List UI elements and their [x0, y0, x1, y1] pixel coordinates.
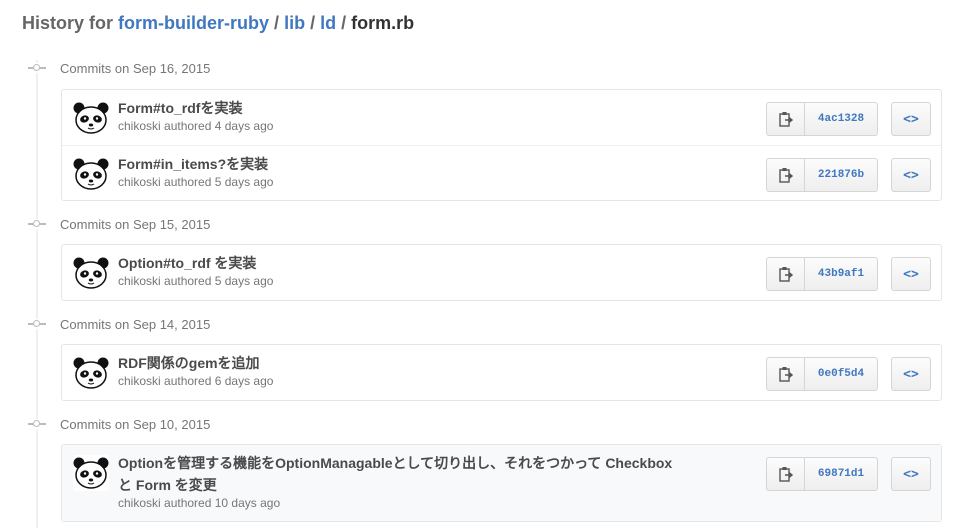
- commit-list: Form#to_rdfを実装 chikoski authored 4 days …: [61, 89, 942, 201]
- commit-row: RDF関係のgemを追加 chikoski authored 6 days ag…: [62, 345, 941, 400]
- commit-message[interactable]: Optionを管理する機能をOptionManagableとして切り出し、それを…: [118, 452, 678, 496]
- commit-message[interactable]: Form#in_items?を実装: [118, 153, 678, 175]
- commit-meta: chikoski authored 6 days ago: [118, 374, 273, 388]
- path-link-lib[interactable]: lib: [284, 13, 305, 33]
- commit-row: Form#in_items?を実装 chikoski authored 5 da…: [62, 145, 941, 200]
- code-brackets-icon: <>: [903, 167, 919, 183]
- panda-avatar[interactable]: [73, 100, 109, 136]
- code-brackets-icon: <>: [903, 466, 919, 482]
- copy-sha-button[interactable]: [767, 458, 805, 490]
- repo-link[interactable]: form-builder-ruby: [118, 13, 269, 33]
- commit-list: RDF関係のgemを追加 chikoski authored 6 days ag…: [61, 344, 942, 401]
- commit-message[interactable]: RDF関係のgemを追加: [118, 352, 678, 374]
- clipboard-icon: [778, 112, 793, 127]
- copy-sha-button[interactable]: [767, 159, 805, 191]
- sha-button-group: 0e0f5d4: [766, 357, 878, 391]
- sha-button-group: 69871d1: [766, 457, 878, 491]
- commit-list: Option#to_rdf を実装 chikoski authored 5 da…: [61, 244, 942, 301]
- commit-time: authored 5 days ago: [164, 274, 274, 288]
- group-date: Commits on Sep 10, 2015: [60, 416, 211, 432]
- title-prefix: History for: [22, 13, 114, 33]
- clipboard-icon: [778, 168, 793, 183]
- commit-message[interactable]: Form#to_rdfを実装: [118, 97, 678, 119]
- path-separator: /: [310, 13, 316, 33]
- commit-group-heading: Commits on Sep 16, 2015: [28, 58, 210, 78]
- clipboard-icon: [778, 467, 793, 482]
- commit-row: Optionを管理する機能をOptionManagableとして切り出し、それを…: [62, 445, 941, 521]
- commit-meta: chikoski authored 4 days ago: [118, 119, 273, 133]
- path-separator: /: [341, 13, 347, 33]
- commit-sha-link[interactable]: 4ac1328: [805, 103, 877, 135]
- code-brackets-icon: <>: [903, 111, 919, 127]
- commit-group-heading: Commits on Sep 10, 2015: [28, 414, 210, 434]
- panda-avatar[interactable]: [73, 355, 109, 391]
- group-date: Commits on Sep 16, 2015: [60, 60, 211, 76]
- commit-dot-icon: [28, 63, 46, 73]
- commit-author[interactable]: chikoski: [118, 496, 161, 510]
- browse-code-button[interactable]: <>: [891, 102, 931, 136]
- group-date: Commits on Sep 14, 2015: [60, 316, 211, 332]
- clipboard-icon: [778, 367, 793, 382]
- clipboard-icon: [778, 267, 793, 282]
- commit-author[interactable]: chikoski: [118, 119, 161, 133]
- commit-meta: chikoski authored 5 days ago: [118, 274, 273, 288]
- panda-avatar[interactable]: [73, 156, 109, 192]
- commit-group-heading: Commits on Sep 14, 2015: [28, 314, 210, 334]
- copy-sha-button[interactable]: [767, 358, 805, 390]
- browse-code-button[interactable]: <>: [891, 257, 931, 291]
- sha-button-group: 4ac1328: [766, 102, 878, 136]
- current-file: form.rb: [351, 13, 415, 33]
- code-brackets-icon: <>: [903, 266, 919, 282]
- commit-time: authored 10 days ago: [164, 496, 281, 510]
- commit-author[interactable]: chikoski: [118, 274, 161, 288]
- panda-avatar[interactable]: [73, 255, 109, 291]
- commit-time: authored 6 days ago: [164, 374, 274, 388]
- commit-sha-link[interactable]: 43b9af1: [805, 258, 877, 290]
- sha-button-group: 221876b: [766, 158, 878, 192]
- commit-sha-link[interactable]: 0e0f5d4: [805, 358, 877, 390]
- commit-sha-link[interactable]: 221876b: [805, 159, 877, 191]
- path-separator: /: [274, 13, 280, 33]
- commit-author[interactable]: chikoski: [118, 175, 161, 189]
- group-date: Commits on Sep 15, 2015: [60, 216, 211, 232]
- commit-meta: chikoski authored 5 days ago: [118, 175, 273, 189]
- copy-sha-button[interactable]: [767, 103, 805, 135]
- commit-dot-icon: [28, 419, 46, 429]
- browse-code-button[interactable]: <>: [891, 158, 931, 192]
- timeline-line: [36, 60, 38, 528]
- copy-sha-button[interactable]: [767, 258, 805, 290]
- commit-group-heading: Commits on Sep 15, 2015: [28, 214, 210, 234]
- commit-list: Optionを管理する機能をOptionManagableとして切り出し、それを…: [61, 444, 942, 522]
- commit-meta: chikoski authored 10 days ago: [118, 496, 280, 510]
- commit-row: Form#to_rdfを実装 chikoski authored 4 days …: [62, 90, 941, 145]
- sha-button-group: 43b9af1: [766, 257, 878, 291]
- commit-row: Option#to_rdf を実装 chikoski authored 5 da…: [62, 245, 941, 300]
- path-link-ld[interactable]: ld: [320, 13, 336, 33]
- browse-code-button[interactable]: <>: [891, 357, 931, 391]
- commit-time: authored 5 days ago: [164, 175, 274, 189]
- page-title: History for form-builder-ruby / lib / ld…: [22, 13, 414, 34]
- commit-dot-icon: [28, 219, 46, 229]
- commit-dot-icon: [28, 319, 46, 329]
- panda-avatar[interactable]: [73, 455, 109, 491]
- commit-time: authored 4 days ago: [164, 119, 274, 133]
- commit-message[interactable]: Option#to_rdf を実装: [118, 252, 678, 274]
- browse-code-button[interactable]: <>: [891, 457, 931, 491]
- code-brackets-icon: <>: [903, 366, 919, 382]
- commit-author[interactable]: chikoski: [118, 374, 161, 388]
- commit-sha-link[interactable]: 69871d1: [805, 458, 877, 490]
